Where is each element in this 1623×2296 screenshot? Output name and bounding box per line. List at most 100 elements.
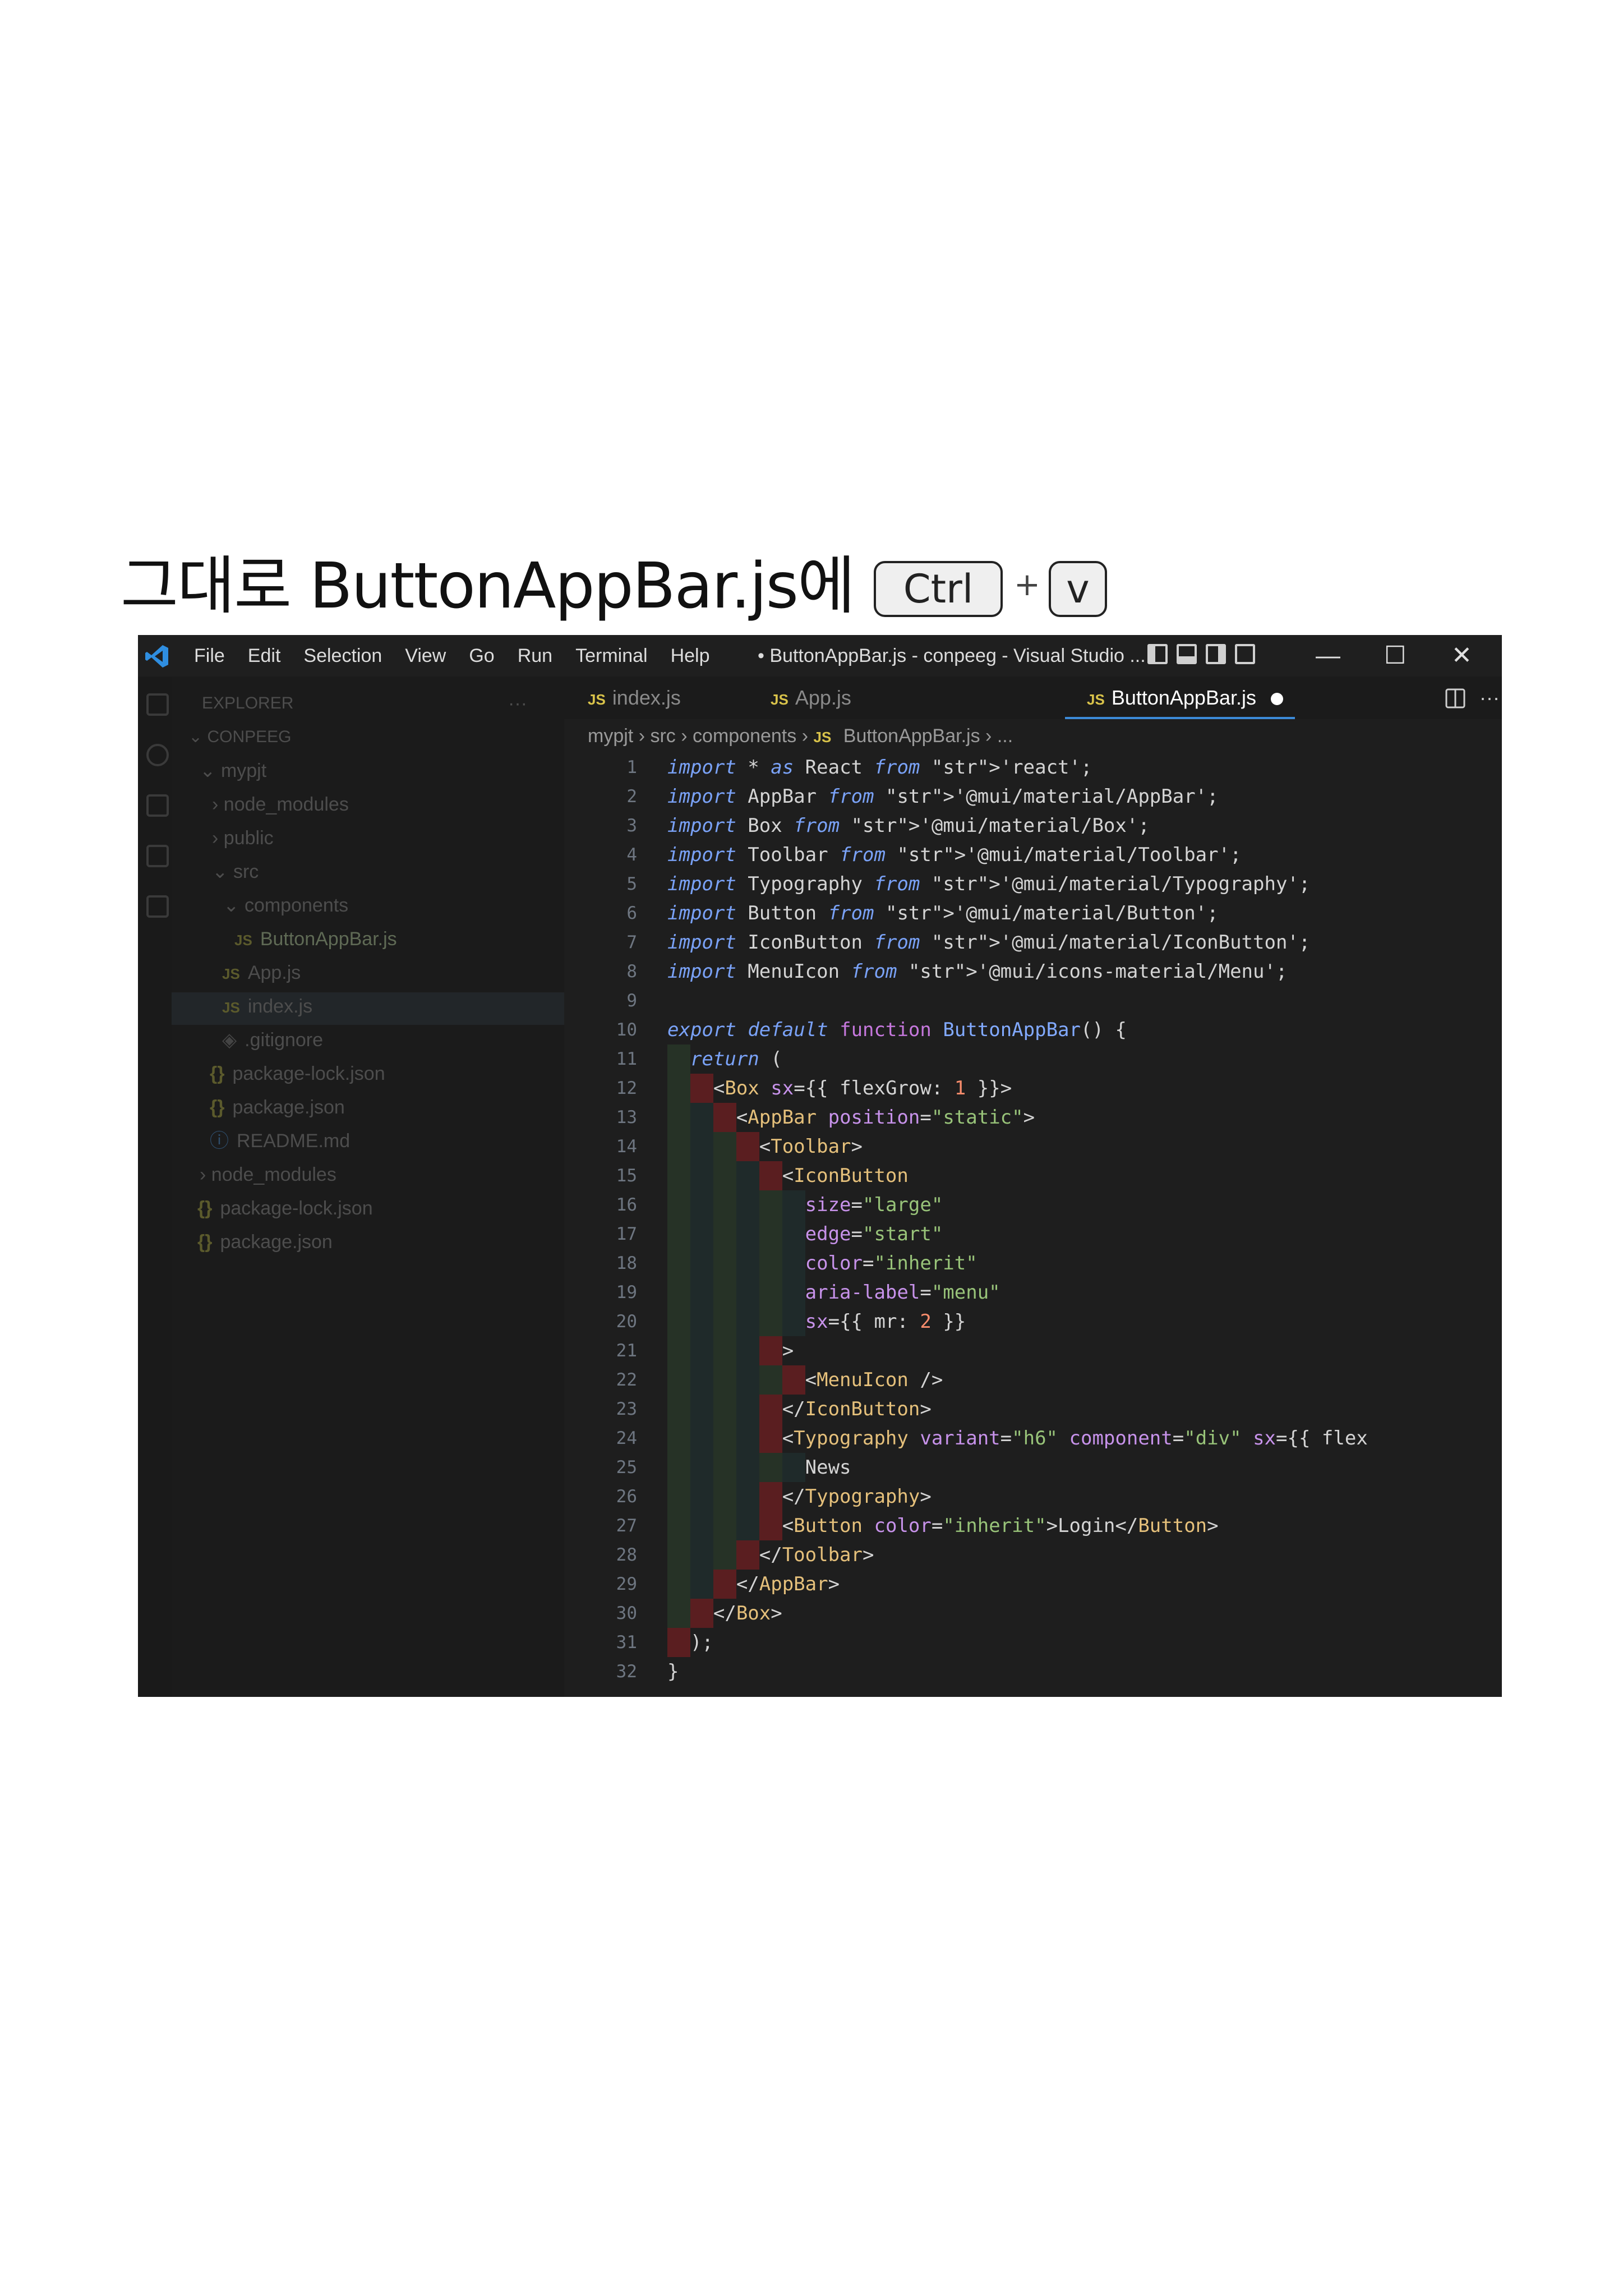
code-line[interactable]: aria-label="menu" [667,1278,1000,1307]
code-line[interactable]: import IconButton from "str">'@mui/mater… [667,928,1310,957]
code-line[interactable]: <Toolbar> [667,1132,863,1161]
breadcrumb-item[interactable]: src [650,725,675,747]
code-line[interactable]: size="large" [667,1190,943,1220]
tree-item[interactable]: ⓘ README.md [210,1125,350,1157]
tree-item[interactable]: › node_modules [212,789,349,820]
minimize-button[interactable]: — [1316,635,1340,677]
breadcrumb-file[interactable]: ButtonAppBar.js [843,725,980,747]
code-line[interactable]: <Box sx={{ flexGrow: 1 }}> [667,1074,1012,1103]
line-number: 10 [616,1020,637,1040]
code-line[interactable]: </Box> [667,1599,782,1628]
v-key: v [1049,561,1107,617]
tree-item[interactable]: {} package-lock.json [210,1058,385,1089]
tree-item[interactable]: {} package.json [197,1226,333,1258]
menu-help[interactable]: Help [671,645,710,667]
line-number: 24 [616,1428,637,1448]
code-line[interactable]: </IconButton> [667,1395,932,1424]
split-editor-icon[interactable] [1445,688,1466,709]
menu-view[interactable]: View [405,645,446,667]
tree-item[interactable]: JS App.js [222,957,301,988]
menu-terminal[interactable]: Terminal [575,645,647,667]
line-number: 4 [626,845,637,865]
tab-buttonappbar-js[interactable]: JS ButtonAppBar.js [1087,677,1283,719]
code-line[interactable]: > [667,1336,794,1365]
layout-controls [1147,644,1264,664]
vscode-window: File Edit Selection View Go Run Terminal… [138,635,1502,1697]
code-line[interactable]: export default function ButtonAppBar() { [667,1015,1127,1045]
code-line[interactable]: edge="start" [667,1220,943,1249]
line-number: 15 [616,1166,637,1186]
line-number: 29 [616,1574,637,1594]
code-line[interactable]: </Typography> [667,1482,932,1511]
explorer-icon[interactable] [146,693,169,716]
tab-app-js[interactable]: JS App.js [771,677,851,719]
code-line[interactable]: ); [667,1628,713,1657]
code-line[interactable]: import AppBar from "str">'@mui/material/… [667,782,1219,811]
code-line[interactable]: return ( [667,1045,782,1074]
code-line[interactable]: import Button from "str">'@mui/material/… [667,899,1219,928]
toggle-secondary-sidebar-icon[interactable] [1206,644,1226,664]
code-line[interactable]: sx={{ mr: 2 }} [667,1307,966,1336]
code-line[interactable]: import Box from "str">'@mui/material/Box… [667,811,1150,840]
code-line[interactable]: <AppBar position="static"> [667,1103,1035,1132]
menu-file[interactable]: File [194,645,225,667]
explorer-more-icon[interactable]: ··· [508,688,527,719]
toggle-panel-icon[interactable] [1177,644,1197,664]
extensions-icon[interactable] [146,895,169,918]
chevron-right-icon: › [638,725,651,747]
toggle-primary-sidebar-icon[interactable] [1147,644,1168,664]
code-line[interactable]: import Typography from "str">'@mui/mater… [667,869,1310,899]
tree-item[interactable]: › public [212,822,274,854]
maximize-button[interactable]: ☐ [1384,635,1406,677]
code-line[interactable]: </AppBar> [667,1570,840,1599]
tree-item[interactable]: ⌄ mypjt [200,755,266,786]
tab-index-js[interactable]: JS index.js [588,677,681,719]
line-number: 8 [626,961,637,982]
tree-item[interactable]: JS index.js [222,991,312,1022]
menu-edit[interactable]: Edit [248,645,281,667]
tree-item[interactable]: ⌄ components [223,890,348,921]
source-control-icon[interactable] [146,794,169,817]
code-line[interactable]: <MenuIcon /> [667,1365,943,1395]
line-number: 22 [616,1370,637,1390]
editor-more-icon[interactable]: ··· [1479,677,1500,719]
tree-item[interactable]: ⌄ src [212,856,259,887]
line-number: 3 [626,816,637,836]
line-number: 14 [616,1137,637,1157]
line-number: 19 [616,1282,637,1303]
line-number: 31 [616,1632,637,1653]
chevron-right-icon: › [681,725,693,747]
tree-item[interactable]: ⌄ CONPEEG [188,721,292,753]
code-line[interactable]: <Typography variant="h6" component="div"… [667,1424,1368,1453]
search-icon[interactable] [146,744,169,766]
code-line[interactable]: import MenuIcon from "str">'@mui/icons-m… [667,957,1287,986]
run-debug-icon[interactable] [146,845,169,867]
code-line[interactable]: </Toolbar> [667,1540,874,1570]
code-editor[interactable]: 1 2 3 4 5 6 7 8 9 10 11 12 13 14 15 16 17 18 19 20 21 22 23 24 2… [564,753,1502,1697]
code-line[interactable]: import * as React from "str">'react'; [667,753,1092,782]
code-line[interactable]: <IconButton [667,1161,909,1190]
line-number: 11 [616,1049,637,1069]
code-line[interactable]: } [667,1657,679,1686]
code-line[interactable]: <Button color="inherit">Login</Button> [667,1511,1219,1540]
code-line[interactable]: color="inherit" [667,1249,978,1278]
menu-selection[interactable]: Selection [303,645,382,667]
tree-item[interactable]: ◈ .gitignore [222,1024,323,1056]
line-number: 5 [626,874,637,894]
menu-run[interactable]: Run [518,645,552,667]
code-line[interactable]: News [667,1453,851,1482]
line-number: 27 [616,1516,637,1536]
tree-item[interactable]: {} package-lock.json [197,1193,373,1224]
breadcrumb-tail[interactable]: ... [997,725,1013,747]
tree-item[interactable]: {} package.json [210,1092,345,1123]
code-line[interactable]: import Toolbar from "str">'@mui/material… [667,840,1242,869]
chevron-right-icon: › [985,725,997,747]
close-button[interactable]: ✕ [1451,635,1472,677]
tree-item[interactable]: JS ButtonAppBar.js [234,923,397,955]
menu-go[interactable]: Go [469,645,494,667]
breadcrumb-item[interactable]: mypjt [588,725,633,747]
tree-item[interactable]: › node_modules [200,1159,336,1190]
breadcrumb-item[interactable]: components [693,725,796,747]
customize-layout-icon[interactable] [1235,644,1255,664]
active-tab-indicator [1065,717,1295,719]
